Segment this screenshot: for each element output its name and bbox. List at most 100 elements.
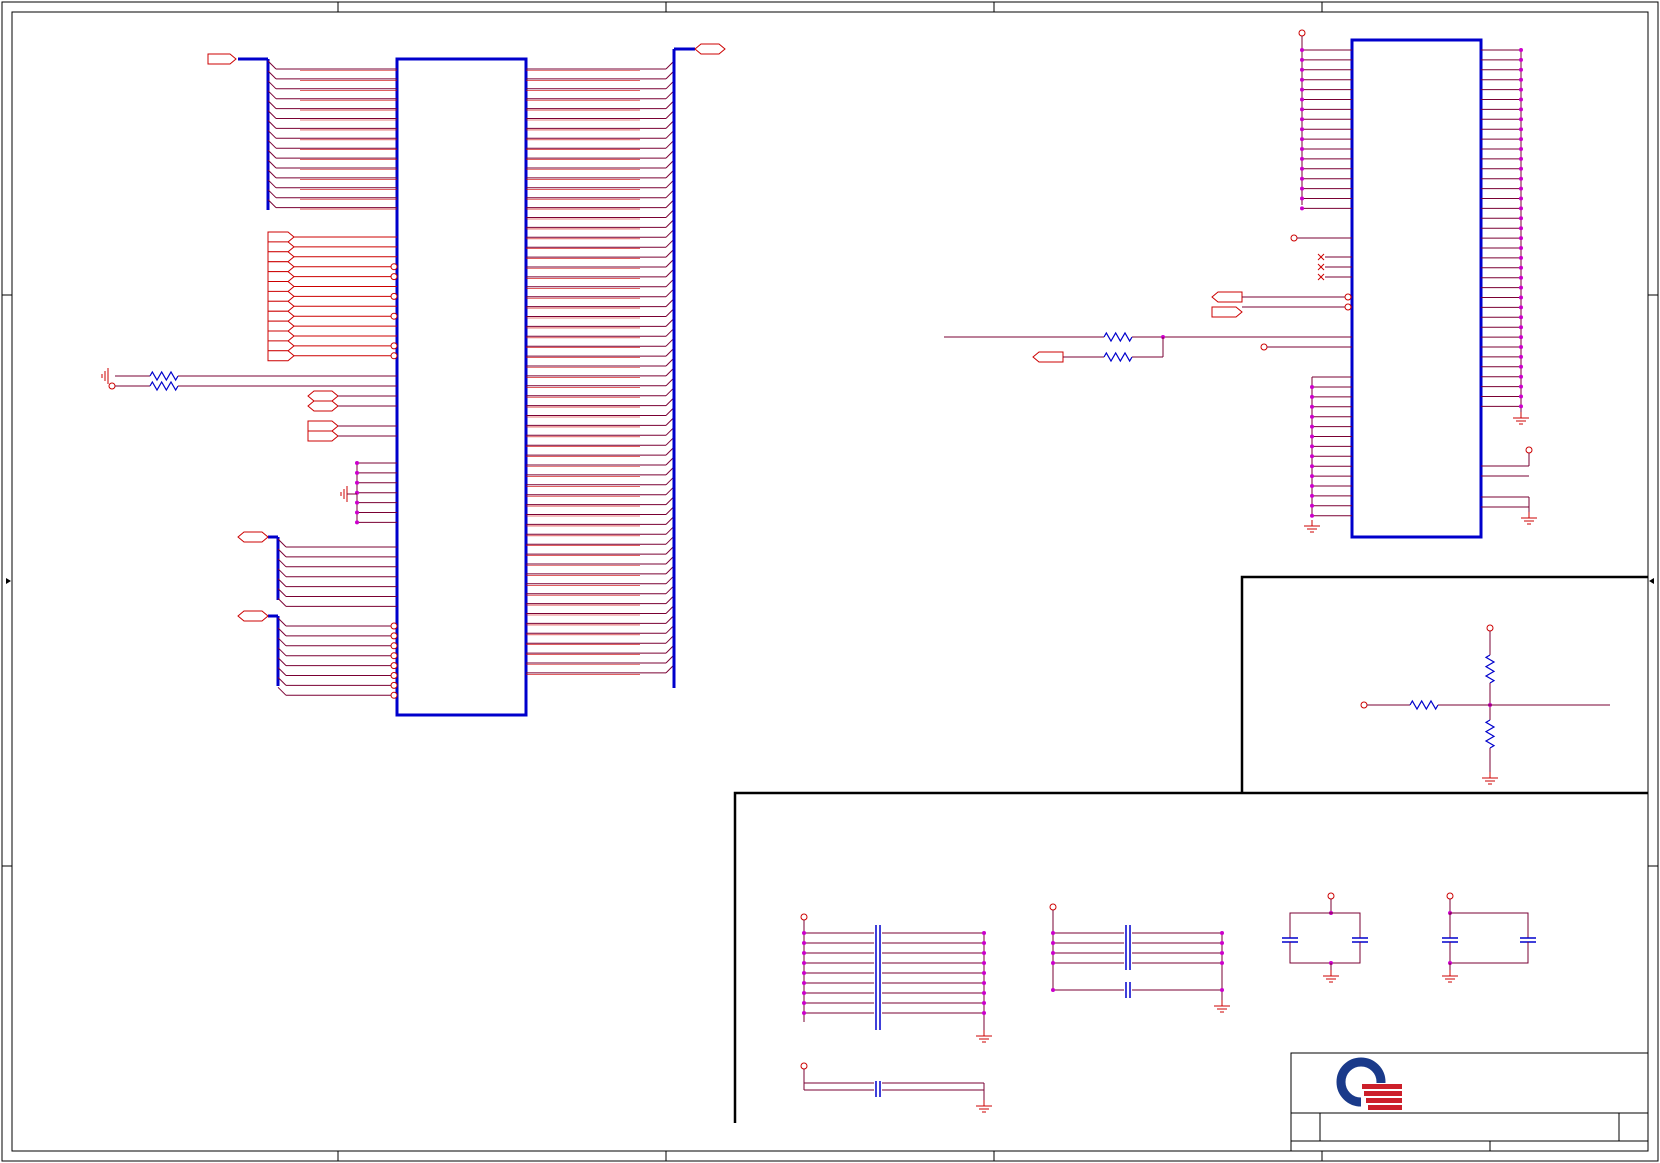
port-flag bbox=[267, 261, 295, 273]
pin-left bbox=[267, 100, 397, 111]
logo-stripe bbox=[1364, 1091, 1402, 1096]
capacitor-symbol bbox=[1352, 937, 1368, 943]
pin-right bbox=[526, 308, 675, 319]
resistor-zigzag bbox=[149, 370, 179, 382]
pin-right bbox=[526, 347, 675, 358]
junction-dot bbox=[802, 931, 806, 935]
pin-ring bbox=[390, 632, 398, 640]
wire bbox=[1289, 942, 1361, 964]
port-flag bbox=[267, 330, 295, 342]
junction-dot bbox=[1220, 988, 1224, 992]
junction-dot bbox=[1519, 315, 1523, 320]
pin-right bbox=[526, 268, 675, 279]
pin-right bbox=[526, 209, 675, 220]
junction-dot bbox=[355, 461, 359, 465]
pin-right bbox=[526, 179, 675, 190]
ic-body-left bbox=[395, 57, 528, 717]
pin-left bbox=[267, 300, 397, 312]
junction-dot bbox=[355, 500, 359, 505]
junction-dot bbox=[1519, 305, 1523, 310]
pin-right bbox=[526, 555, 675, 566]
junction-dot bbox=[1519, 335, 1523, 340]
pin-right bbox=[526, 496, 675, 507]
power-terminal bbox=[800, 913, 808, 921]
pin-right bbox=[526, 219, 675, 230]
junction-dot bbox=[1519, 166, 1523, 171]
bus-entry bbox=[277, 686, 287, 696]
junction-dot bbox=[1519, 87, 1523, 92]
pin-right bbox=[526, 615, 675, 626]
junction-dot bbox=[1310, 385, 1314, 389]
junction-dot bbox=[802, 961, 806, 965]
port-flag bbox=[267, 290, 295, 302]
pin-left bbox=[267, 290, 398, 302]
port-bus-right bbox=[694, 43, 726, 55]
junction-dot bbox=[1051, 951, 1055, 955]
junction-dot bbox=[982, 961, 986, 965]
resistor-zigzag bbox=[1484, 719, 1496, 749]
junction-dot bbox=[355, 480, 359, 485]
pin-right bbox=[526, 575, 675, 586]
junction-dot bbox=[982, 971, 986, 975]
junction-dot bbox=[1220, 961, 1224, 965]
junction-dot bbox=[982, 941, 986, 945]
junction-dot bbox=[1310, 493, 1314, 498]
junction-dot bbox=[1310, 424, 1314, 429]
sheet-frame bbox=[1, 1, 1659, 1162]
junction-dot bbox=[1519, 246, 1523, 250]
resistor-symbol bbox=[1103, 351, 1133, 363]
resistor-zigzag bbox=[1409, 699, 1439, 711]
pin-right bbox=[526, 644, 675, 655]
pin-ring bbox=[390, 342, 398, 350]
pin-left bbox=[267, 199, 397, 210]
junction-dot bbox=[1519, 374, 1523, 379]
junction-dot bbox=[1300, 186, 1304, 191]
inner-border bbox=[11, 11, 1649, 1152]
pin-left bbox=[267, 149, 397, 160]
junction-dot bbox=[1519, 196, 1523, 201]
pin-left bbox=[267, 350, 398, 362]
junction-dot bbox=[1519, 107, 1523, 112]
pin-right bbox=[526, 288, 675, 299]
junction-dot bbox=[1519, 404, 1523, 409]
port-flag bbox=[267, 231, 295, 243]
pin-right bbox=[526, 397, 675, 408]
pin-left bbox=[267, 129, 397, 141]
junction-dot bbox=[1519, 275, 1523, 280]
junction-dot bbox=[1051, 988, 1055, 992]
resistor-symbol bbox=[149, 370, 179, 382]
junction-dot bbox=[982, 931, 986, 935]
pin-ring bbox=[390, 672, 398, 679]
ground-symbol bbox=[340, 486, 348, 502]
junction-dot bbox=[1220, 931, 1224, 935]
ground-symbol bbox=[1323, 970, 1339, 983]
junction-dot bbox=[1519, 226, 1523, 231]
junction-dot bbox=[1519, 137, 1523, 142]
ground-symbol bbox=[1521, 512, 1537, 525]
pin-ring bbox=[390, 691, 398, 699]
junction-dot bbox=[1300, 97, 1304, 102]
junction-dot bbox=[1300, 176, 1304, 181]
port-bus-left-mid bbox=[237, 531, 269, 543]
net-terminal bbox=[1360, 701, 1368, 709]
junction-dot bbox=[1300, 117, 1304, 122]
pin-right bbox=[526, 357, 675, 368]
ground-symbol bbox=[1304, 520, 1320, 533]
pin-left bbox=[267, 159, 397, 170]
logo-stripe bbox=[1368, 1105, 1402, 1110]
resistor-symbol bbox=[1103, 331, 1133, 343]
port-bus-left-top bbox=[207, 53, 237, 65]
power-terminal bbox=[1298, 29, 1306, 37]
pin-right bbox=[526, 70, 675, 81]
junction-dot bbox=[1519, 216, 1523, 221]
junction-dot bbox=[802, 971, 806, 975]
junction-dot bbox=[1300, 206, 1304, 211]
capacitor-symbol bbox=[1442, 937, 1458, 943]
capacitor-symbol bbox=[1125, 982, 1131, 998]
net-terminal bbox=[1260, 343, 1268, 351]
zone-arrow bbox=[6, 578, 11, 584]
pin-right bbox=[526, 189, 675, 200]
right-ic-block bbox=[944, 29, 1537, 539]
pin-left bbox=[267, 330, 397, 342]
port-flag bbox=[307, 390, 339, 402]
